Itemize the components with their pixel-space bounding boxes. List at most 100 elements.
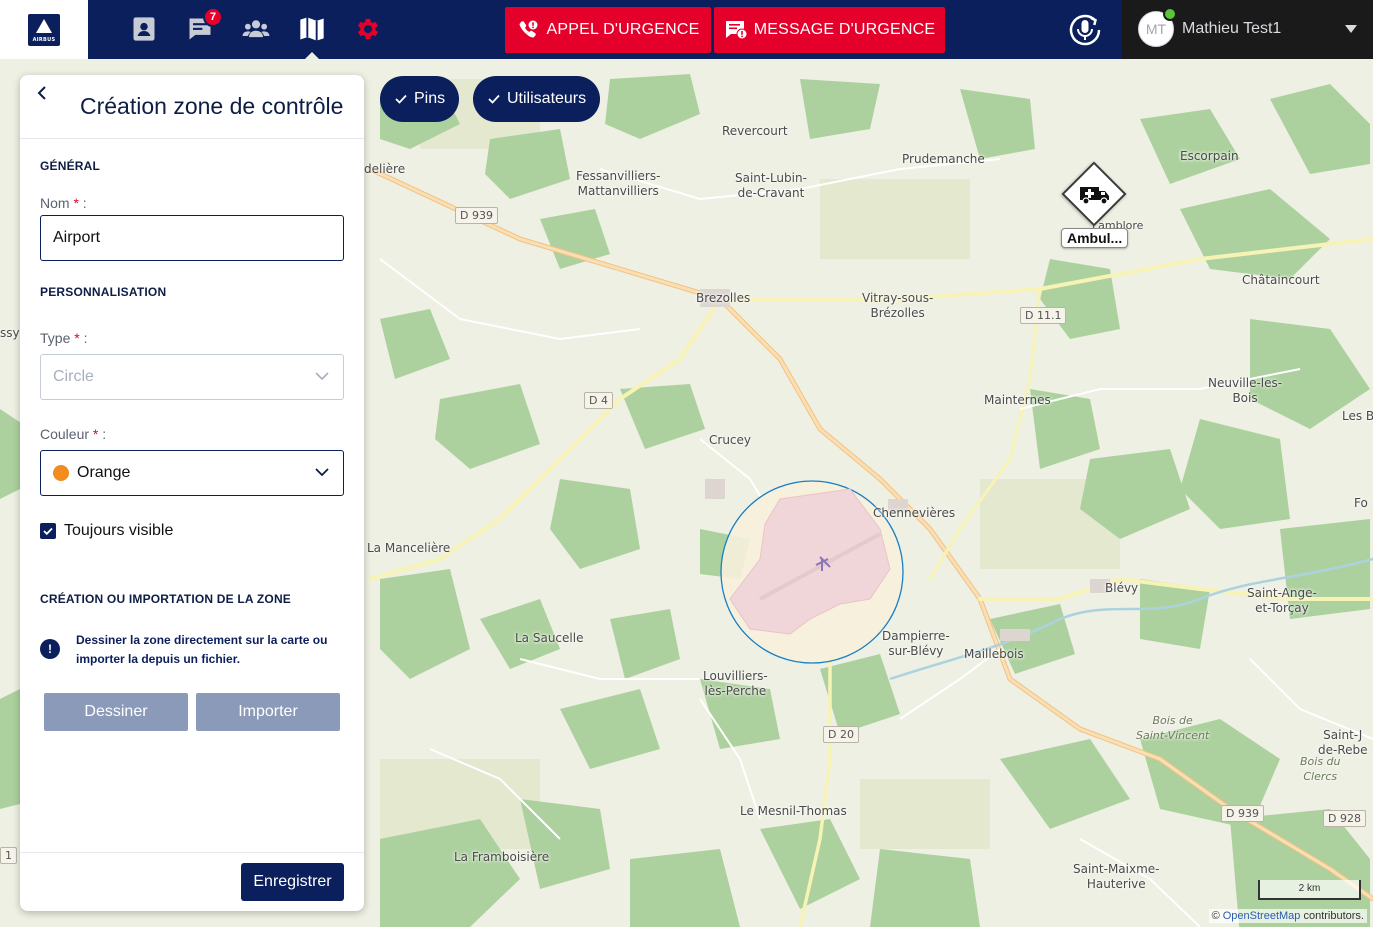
label-suffix: : bbox=[79, 330, 88, 346]
map-icon bbox=[300, 17, 324, 41]
control-zone-panel: Création zone de contrôle GÉNÉRAL Nom * … bbox=[20, 75, 364, 911]
place-label: Brezolles bbox=[696, 291, 751, 305]
active-nav-caret bbox=[305, 52, 319, 59]
road-shield: D 928 bbox=[1323, 810, 1366, 827]
road-shield: D 939 bbox=[1221, 805, 1264, 822]
road-shield: D 4 bbox=[584, 392, 613, 409]
map-attribution: © OpenStreetMap contributors. bbox=[1208, 909, 1367, 923]
section-general: GÉNÉRAL bbox=[40, 159, 101, 173]
info-text: Dessiner la zone directement sur la cart… bbox=[76, 633, 328, 666]
place-label: Saint-Ange- et-Torçay bbox=[1247, 586, 1317, 615]
place-label: Escorpain bbox=[1180, 149, 1239, 163]
place-label: Vitray-sous- Brézolles bbox=[862, 291, 934, 320]
save-button[interactable]: Enregistrer bbox=[241, 863, 344, 901]
road-shield: D 11.1 bbox=[1020, 307, 1067, 324]
section-zone-creation: CRÉATION OU IMPORTATION DE LA ZONE bbox=[40, 592, 292, 606]
road-shield: 1 bbox=[0, 847, 17, 864]
messages-badge: 7 bbox=[203, 7, 223, 27]
section-customization: PERSONNALISATION bbox=[40, 285, 167, 299]
place-label: delière bbox=[364, 162, 406, 176]
emergency-message-button[interactable]: MESSAGE D'URGENCE bbox=[714, 7, 945, 53]
nav-map[interactable] bbox=[297, 14, 327, 44]
map-scale: 2 km bbox=[1258, 880, 1361, 900]
info-icon: ! bbox=[40, 639, 60, 659]
place-label: Fessanvilliers- Mattanvilliers bbox=[576, 169, 661, 198]
airbus-logo-mark: AIRBUS bbox=[28, 13, 60, 46]
color-label-text: Couleur bbox=[40, 426, 90, 442]
road-shield: D 939 bbox=[455, 207, 498, 224]
user-name: Mathieu Test1 bbox=[1182, 20, 1282, 37]
forest-label: Bois de Saint-Vincent bbox=[1136, 714, 1210, 742]
chevron-down-icon bbox=[315, 372, 329, 381]
check-icon bbox=[395, 94, 407, 104]
filter-chip-pins[interactable]: Pins bbox=[380, 76, 460, 122]
name-label-text: Nom bbox=[40, 195, 70, 211]
emergency-call-label: APPEL D'URGENCE bbox=[546, 21, 700, 38]
push-to-talk-button[interactable] bbox=[1063, 8, 1107, 52]
emergency-call-icon bbox=[519, 20, 538, 38]
road-shield: D 20 bbox=[823, 726, 859, 743]
place-label: La Saucelle bbox=[515, 631, 584, 645]
color-select[interactable]: Orange bbox=[40, 450, 344, 496]
nav-groups[interactable] bbox=[241, 14, 271, 44]
import-button[interactable]: Importer bbox=[196, 693, 340, 731]
chip-label: Utilisateurs bbox=[507, 90, 587, 107]
color-swatch bbox=[53, 465, 69, 481]
place-label: Neuville-les- Bois bbox=[1208, 376, 1283, 405]
forest-label: Bois du Clercs bbox=[1300, 755, 1341, 783]
name-field[interactable]: Airport bbox=[40, 215, 344, 261]
place-label: Châtaincourt bbox=[1242, 273, 1320, 287]
label-suffix: : bbox=[78, 195, 87, 211]
panel-header: Création zone de contrôle bbox=[20, 75, 364, 139]
place-label: La Framboisière bbox=[454, 850, 550, 864]
page-title: Création zone de contrôle bbox=[80, 93, 344, 119]
marker-label: Ambul... bbox=[1061, 228, 1129, 248]
type-label-text: Type bbox=[40, 330, 71, 346]
back-button[interactable] bbox=[32, 81, 52, 105]
chevron-down-icon bbox=[1345, 25, 1357, 33]
place-label: Mainternes bbox=[984, 393, 1051, 407]
check-icon bbox=[488, 94, 500, 104]
nav-settings[interactable] bbox=[353, 14, 383, 44]
type-select[interactable]: Circle bbox=[40, 354, 344, 400]
ambulance-icon bbox=[1080, 187, 1109, 205]
place-label: Saint-Lubin- de-Cravant bbox=[735, 171, 807, 200]
place-label: Dampierre- sur-Blévy bbox=[882, 629, 950, 658]
nav-messages[interactable]: 7 bbox=[185, 7, 223, 44]
checkbox-checked-icon[interactable] bbox=[40, 523, 56, 539]
airbus-logo[interactable]: AIRBUS bbox=[0, 0, 88, 59]
chevron-left-icon bbox=[37, 86, 46, 100]
place-label: Chennevières bbox=[873, 506, 956, 520]
microphone-icon bbox=[1069, 14, 1101, 46]
place-label: Le Mesnil-Thomas bbox=[740, 804, 847, 818]
emergency-message-label: MESSAGE D'URGENCE bbox=[753, 21, 936, 38]
online-status-dot bbox=[1163, 7, 1177, 21]
place-label: Blévy bbox=[1105, 581, 1139, 595]
gear-icon bbox=[357, 18, 379, 40]
filter-chip-users[interactable]: Utilisateurs bbox=[473, 76, 601, 122]
type-label: Type * : bbox=[40, 330, 87, 346]
always-visible-checkbox[interactable]: Toujours visible bbox=[40, 522, 173, 540]
top-bar: AIRBUS 7 APPEL D'URGENCE MESSAGE D'URGEN… bbox=[0, 0, 1373, 59]
nav-contacts[interactable] bbox=[129, 14, 159, 44]
ambulance-marker[interactable]: Ambul... bbox=[1061, 161, 1129, 251]
place-label: Saint-Maixme- Hauterive bbox=[1073, 862, 1160, 891]
openstreetmap-link[interactable]: OpenStreetMap bbox=[1223, 910, 1301, 922]
user-menu[interactable]: MT Mathieu Test1 bbox=[1122, 0, 1373, 59]
label-suffix: : bbox=[98, 426, 107, 442]
color-label: Couleur * : bbox=[40, 426, 106, 442]
contact-card-icon bbox=[133, 17, 155, 41]
type-value: Circle bbox=[53, 368, 94, 385]
chip-label: Pins bbox=[414, 90, 446, 107]
place-label: La Mancelière bbox=[367, 541, 451, 555]
attribution-suffix: contributors. bbox=[1300, 910, 1364, 922]
name-value: Airport bbox=[53, 229, 101, 246]
logo-text: AIRBUS bbox=[32, 36, 56, 43]
panel-footer-divider bbox=[20, 852, 364, 853]
chevron-down-icon bbox=[315, 468, 329, 477]
draw-button[interactable]: Dessiner bbox=[44, 693, 188, 731]
users-icon bbox=[242, 20, 270, 38]
name-label: Nom * : bbox=[40, 195, 87, 211]
emergency-call-button[interactable]: APPEL D'URGENCE bbox=[505, 7, 711, 53]
place-label: Louvilliers- lès-Perche bbox=[703, 669, 768, 698]
